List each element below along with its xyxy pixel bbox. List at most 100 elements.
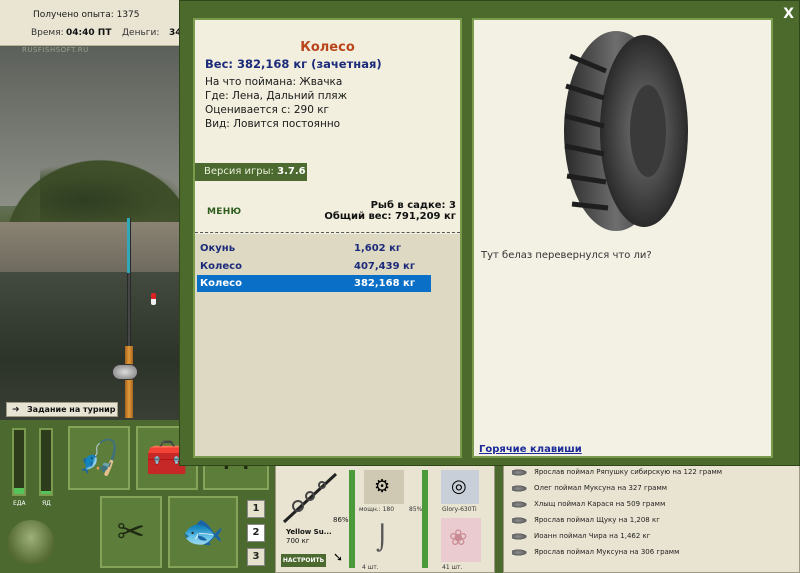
time-label: Время:: [31, 28, 64, 38]
fish-details-panel: Колесо Вес: 382,168 кг (зачетная) На что…: [193, 18, 462, 458]
watermark: RUSFISHSOFT.RU: [22, 46, 89, 54]
tackle-tile[interactable]: 🎣: [68, 426, 130, 490]
slot-button-2[interactable]: 2: [247, 524, 265, 542]
food-gauge-label: ЕДА: [13, 500, 26, 507]
reel-icon: [112, 364, 138, 380]
cage-summary: Рыб в садке: 3 Общий вес: 791,209 кг: [324, 200, 456, 222]
food-gauge: [12, 428, 26, 496]
feed-text: Ярослав поймал Щуку на 1,208 кг: [534, 516, 660, 524]
line-image[interactable]: ◎: [441, 470, 479, 504]
tournament-task-button[interactable]: ➜ Задание на турнир: [6, 402, 118, 417]
water: [0, 272, 190, 420]
version-value: 3.7.6: [277, 166, 306, 177]
feed-text: Хлыщ поймал Карася на 509 грамм: [534, 500, 666, 508]
status-bar: Получено опыта: 1375 Время: 04:40 ПТ Ден…: [0, 0, 190, 46]
hooks-count: 4 шт.: [362, 564, 379, 571]
food-tile[interactable]: ✂: [100, 496, 162, 568]
trees: [40, 164, 190, 224]
fish-type: Вид: Ловится постоянно: [205, 118, 341, 130]
catch-name: Колесо: [200, 261, 242, 272]
setup-button[interactable]: НАСТРОИТЬ: [281, 554, 326, 567]
fish-name: Колесо: [300, 40, 355, 55]
feed-row: Ярослав поймал Муксуна на 306 грамм: [512, 548, 679, 562]
fishing-scene[interactable]: RUSFISHSOFT.RU: [0, 46, 190, 420]
poison-gauge-fill: [41, 490, 51, 494]
tackle-panel: Yellow Su... 700 кг 86% НАСТРОИТЬ ➘ ⚙ мо…: [275, 465, 495, 573]
tournament-task-label: Задание на турнир: [27, 405, 116, 414]
fish-info-dialog: X Колесо Вес: 382,168 кг (зачетная) На ч…: [179, 0, 800, 466]
catch-row[interactable]: Окунь 1,602 кг: [197, 240, 431, 257]
fish-icon: [512, 484, 528, 492]
line-name: Glory-630Ti: [442, 506, 477, 513]
feed-row: Ярослав поймал Ряпушку сибирскую на 122 …: [512, 468, 722, 482]
hook-image[interactable]: ⌡: [364, 518, 404, 562]
catch-feed: Ярослав поймал Ряпушку сибирскую на 122 …: [503, 463, 800, 573]
cage-total: Общий вес: 791,209 кг: [324, 211, 456, 222]
rod-name: Yellow Su...: [286, 528, 332, 536]
reel-icon: ⚙: [374, 476, 391, 497]
fish-image-panel: Тут белаз перевернулся что ли? Горячие к…: [472, 18, 773, 458]
catch-list: Окунь 1,602 кг Колесо 407,439 кг Колесо …: [195, 234, 460, 456]
food-gauge-fill: [14, 487, 24, 494]
catch-weight: 407,439 кг: [354, 261, 416, 272]
rod-percent: 86%: [333, 516, 349, 524]
fish-icon: [512, 500, 528, 508]
fish-icon: [512, 516, 528, 524]
version-badge: Версия игры: 3.7.6: [195, 163, 307, 181]
caught-on: На что поймана: Жвачка: [205, 76, 343, 88]
poison-gauge-label: ЯД: [42, 500, 51, 507]
bait-image[interactable]: ❀: [441, 518, 481, 562]
xp-text: Получено опыта: 1375: [33, 10, 140, 20]
poison-gauge: [39, 428, 53, 496]
float-bobber: [151, 293, 156, 305]
catch-name: Окунь: [200, 243, 236, 254]
shore: [0, 222, 190, 272]
close-button[interactable]: X: [783, 6, 794, 22]
arrow-right-icon: ➜: [12, 405, 20, 415]
cursor-arrow-icon: ➘: [333, 550, 344, 564]
rod-handle: [125, 346, 133, 418]
cauldron-icon[interactable]: [8, 520, 54, 564]
money-label: Деньги:: [122, 28, 160, 38]
feed-row: Иоанн поймал Чира на 1,462 кг: [512, 532, 650, 546]
menu-button[interactable]: МЕНЮ: [207, 207, 241, 217]
feed-text: Ярослав поймал Муксуна на 306 грамм: [534, 548, 680, 556]
catch-row[interactable]: Колесо 407,439 кг: [197, 258, 431, 275]
fish-weight: Вес: 382,168 кг (зачетная): [205, 57, 382, 71]
fish-tile[interactable]: 🐟: [168, 496, 238, 568]
rod-durability-bar: [349, 470, 355, 568]
feed-text: Иоанн поймал Чира на 1,462 кг: [534, 532, 651, 540]
fish-icon: 🐟: [181, 512, 225, 552]
rod-icon: 🎣: [77, 438, 121, 478]
reel-percent: 85%: [409, 506, 423, 513]
feed-row: Ярослав поймал Щуку на 1,208 кг: [512, 516, 660, 530]
catch-name: Колесо: [200, 278, 242, 289]
slot-button-3[interactable]: 3: [247, 548, 265, 566]
fish-icon: [512, 532, 528, 540]
rod-image[interactable]: [280, 470, 340, 526]
reel-image[interactable]: ⚙: [364, 470, 404, 504]
reel-durability-bar: [422, 470, 428, 568]
divider: [195, 232, 460, 233]
fish-icon: [512, 548, 528, 556]
valued-from: Оценивается с: 290 кг: [205, 104, 330, 116]
feed-text: Олег поймал Муксуна на 327 грамм: [534, 484, 668, 492]
location: Где: Лена, Дальний пляж: [205, 90, 348, 102]
catch-row-selected[interactable]: Колесо 382,168 кг: [197, 275, 431, 292]
bait-icon: ❀: [449, 526, 468, 551]
rod-icon: [282, 472, 338, 524]
time-value: 04:40 ПТ: [66, 28, 112, 38]
feed-row: Олег поймал Муксуна на 327 грамм: [512, 484, 667, 498]
fork-knife-icon: ✂: [116, 512, 146, 552]
line-spool-icon: ◎: [451, 476, 467, 497]
hotkeys-link[interactable]: Горячие клавиши: [479, 444, 582, 455]
slot-button-1[interactable]: 1: [247, 500, 265, 518]
gauges: ЕДА ЯД: [6, 428, 60, 510]
catch-weight: 382,168 кг: [354, 278, 416, 289]
catch-weight: 1,602 кг: [354, 243, 402, 254]
rod-weight: 700 кг: [286, 537, 310, 545]
fish-icon: [512, 468, 528, 476]
fish-comment: Тут белаз перевернулся что ли?: [481, 250, 652, 261]
feed-row: Хлыщ поймал Карася на 509 грамм: [512, 500, 665, 514]
feed-text: Ярослав поймал Ряпушку сибирскую на 122 …: [534, 468, 723, 476]
